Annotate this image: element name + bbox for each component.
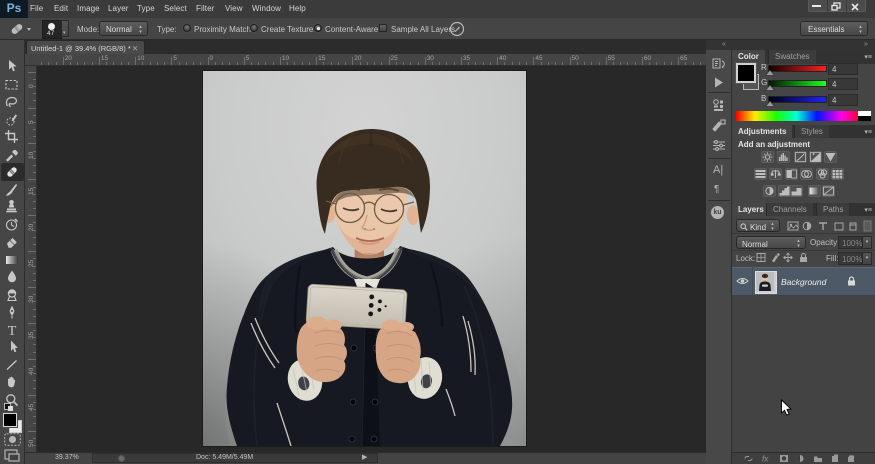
svg-text:fx: fx — [762, 455, 769, 464]
svg-text:T: T — [8, 324, 17, 338]
